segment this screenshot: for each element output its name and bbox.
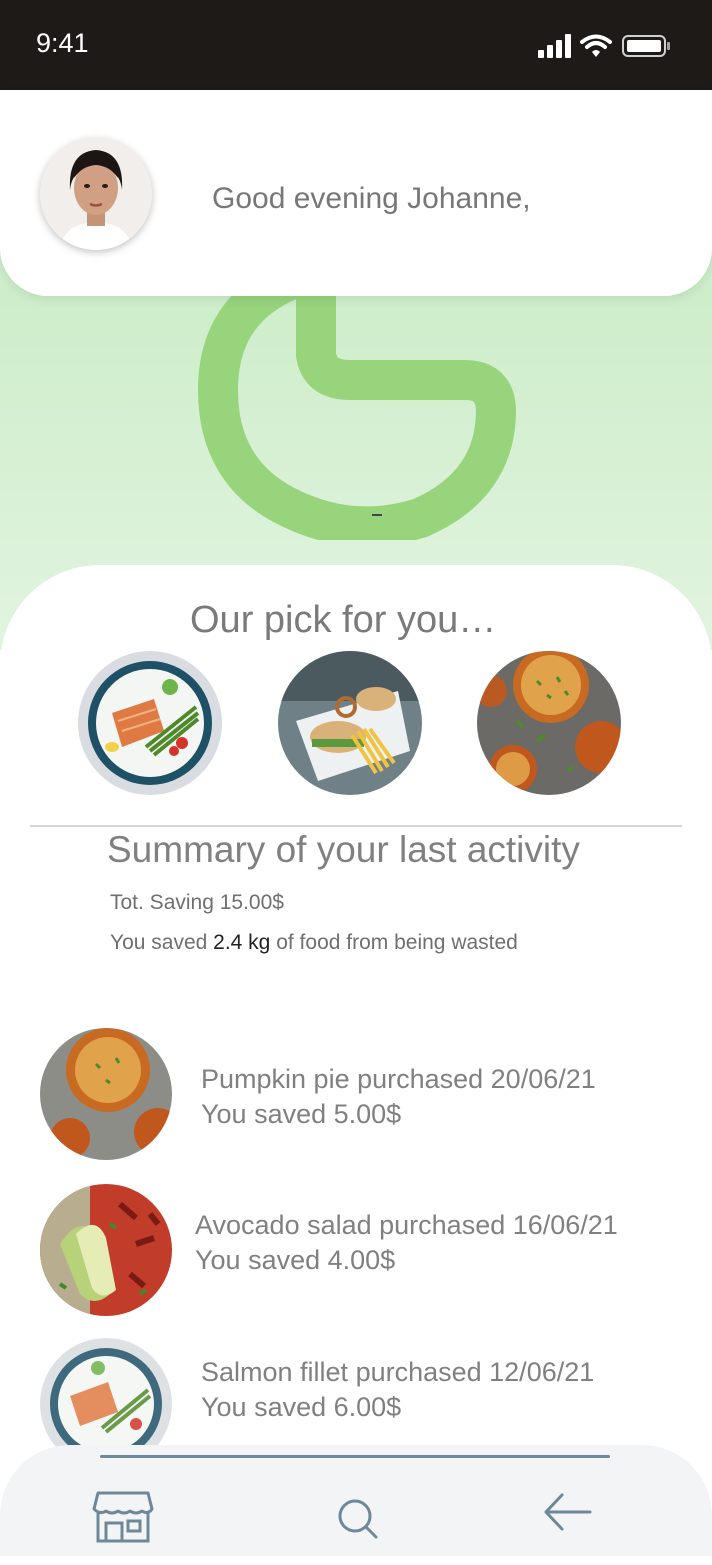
bottom-tab-bar bbox=[0, 1445, 712, 1556]
activity-title: Salmon fillet purchased 12/06/21 bbox=[201, 1357, 595, 1387]
status-bar: 9:41 bbox=[0, 0, 712, 90]
activity-item-3[interactable]: Salmon fillet purchased 12/06/21 You sav… bbox=[201, 1355, 594, 1425]
avatar[interactable] bbox=[40, 138, 152, 250]
battery-icon bbox=[622, 35, 670, 57]
activity-title: Pumpkin pie purchased 20/06/21 bbox=[201, 1064, 596, 1094]
main-card: Our pick for you… Summary of your last a… bbox=[0, 565, 712, 1565]
activity-item-1[interactable]: Pumpkin pie purchased 20/06/21 You saved… bbox=[201, 1062, 596, 1132]
back-arrow-icon[interactable] bbox=[542, 1491, 594, 1533]
pumpkin-pie-image bbox=[40, 1028, 172, 1160]
food-saved-prefix: You saved bbox=[110, 931, 214, 954]
tab-bar-indicator bbox=[100, 1455, 610, 1458]
section-divider bbox=[30, 825, 682, 827]
signal-icon bbox=[538, 34, 571, 58]
activity-title: Avocado salad purchased 16/06/21 bbox=[195, 1210, 618, 1240]
status-time: 9:41 bbox=[36, 28, 89, 58]
search-icon[interactable] bbox=[336, 1497, 380, 1541]
pick-item-salmon[interactable] bbox=[78, 651, 222, 795]
pick-item-pumpkin[interactable] bbox=[477, 651, 621, 795]
greeting-header: Good evening Johanne, bbox=[0, 90, 712, 296]
food-saved-suffix: of food from being wasted bbox=[270, 931, 518, 954]
burger-fries-image bbox=[278, 651, 422, 795]
summary-title: Summary of your last activity bbox=[107, 829, 580, 870]
food-saved-line: You saved 2.4 kg of food from being wast… bbox=[110, 931, 518, 955]
pick-item-burger[interactable] bbox=[278, 651, 422, 795]
wifi-icon bbox=[580, 34, 612, 57]
activity-image-avocado[interactable] bbox=[40, 1184, 172, 1316]
avocado-salad-image bbox=[40, 1184, 172, 1316]
pumpkin-pie-image bbox=[477, 651, 621, 795]
activity-saved: You saved 4.00$ bbox=[195, 1245, 396, 1275]
total-saving: Tot. Saving 15.00$ bbox=[110, 891, 284, 914]
greeting-text: Good evening Johanne, bbox=[212, 182, 531, 215]
activity-saved: You saved 6.00$ bbox=[201, 1392, 402, 1422]
picks-title: Our pick for you… bbox=[190, 599, 497, 641]
activity-image-pumpkin[interactable] bbox=[40, 1028, 172, 1160]
avatar-image bbox=[40, 138, 152, 250]
food-saved-amount: 2.4 kg bbox=[213, 931, 271, 954]
activity-item-2[interactable]: Avocado salad purchased 16/06/21 You sav… bbox=[195, 1208, 618, 1278]
store-icon[interactable] bbox=[92, 1489, 154, 1543]
activity-saved: You saved 5.00$ bbox=[201, 1099, 402, 1129]
salmon-dish-image bbox=[78, 651, 222, 795]
